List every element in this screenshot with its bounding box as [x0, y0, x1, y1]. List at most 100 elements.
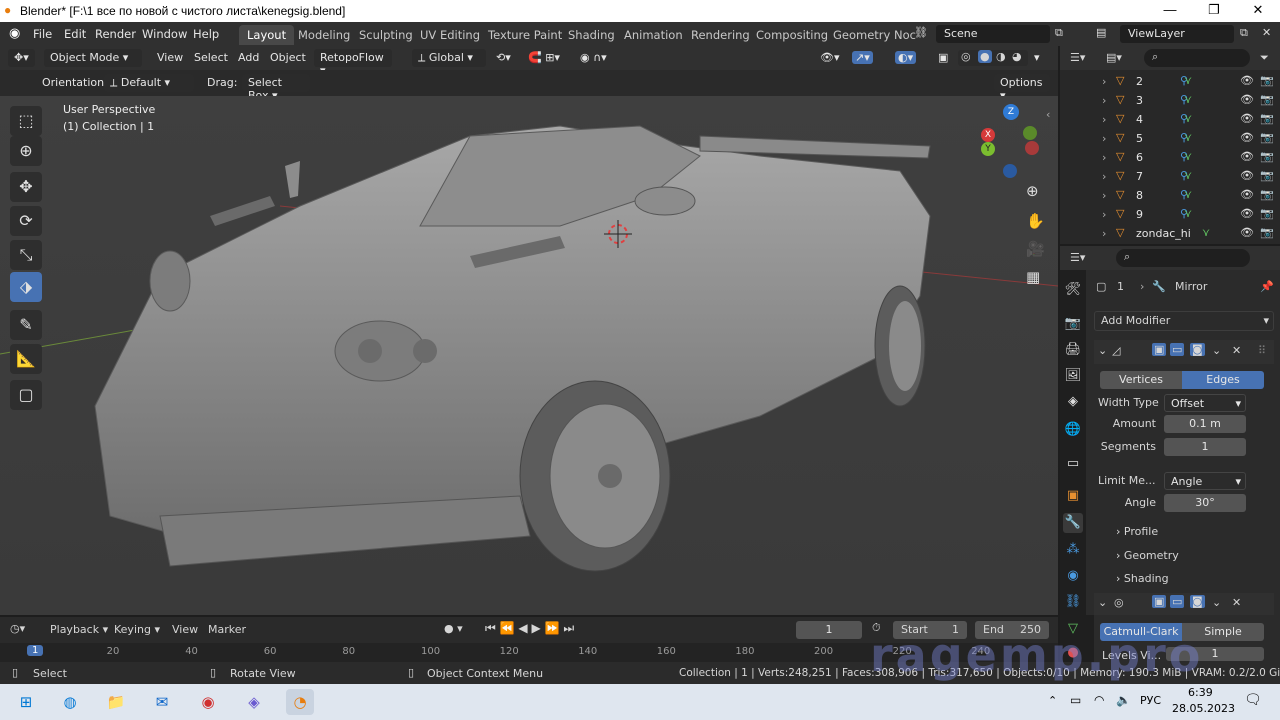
- outliner-row-name[interactable]: 4: [1136, 113, 1143, 126]
- gizmo-neg-x-axis[interactable]: [1025, 141, 1039, 155]
- subsurf-collapse-icon[interactable]: ⌄: [1098, 596, 1107, 609]
- mesh-data-icon[interactable]: ⋎: [1184, 112, 1192, 125]
- outliner-filter-icon[interactable]: ⏷: [1260, 51, 1269, 65]
- object-tab-icon[interactable]: ▣: [1063, 486, 1083, 506]
- properties-editor-icon[interactable]: ☰▾: [1070, 251, 1085, 264]
- particles-tab-icon[interactable]: ⁂: [1063, 540, 1083, 560]
- camera-view-icon[interactable]: 🎥: [1026, 240, 1045, 258]
- subsurf-menu-icon[interactable]: ⌄: [1212, 596, 1221, 609]
- volume-icon[interactable]: 🔈: [1116, 693, 1131, 707]
- blender-taskbar-icon[interactable]: ◔: [286, 689, 314, 715]
- world-tab-icon[interactable]: 🌐: [1063, 420, 1083, 440]
- limit-method-dropdown[interactable]: Angle ▾: [1164, 472, 1246, 490]
- subsurf-render-icon[interactable]: ◙: [1190, 595, 1205, 608]
- subsurf-editmode-icon[interactable]: ▣: [1152, 595, 1167, 608]
- drag-dropdown[interactable]: Select Box ▾: [242, 74, 310, 102]
- outliner-row[interactable]: › ▽ 4 ⚲ ⋎ 👁 📷: [1060, 110, 1280, 129]
- collapse-chevron-icon[interactable]: ⌄: [1098, 344, 1107, 357]
- tab-shading[interactable]: Shading: [560, 25, 623, 45]
- timeline-view-menu[interactable]: View: [172, 623, 198, 636]
- outliner-row-name[interactable]: 3: [1136, 94, 1143, 107]
- tab-geometry-nodes[interactable]: Geometry Noc: [825, 25, 924, 45]
- mesh-data-icon[interactable]: ⋎: [1202, 226, 1210, 239]
- marker-menu[interactable]: Marker: [208, 623, 246, 636]
- drag-handle-icon[interactable]: ⠿: [1258, 344, 1266, 357]
- playback-menu[interactable]: Playback ▾: [50, 623, 108, 636]
- mode-selector[interactable]: Object Mode ▾: [44, 49, 142, 67]
- gizmo-toggle-icon[interactable]: ↗▾: [852, 51, 873, 64]
- tab-animation[interactable]: Animation: [616, 25, 691, 45]
- current-frame-field[interactable]: 1: [796, 621, 862, 639]
- mesh-data-icon[interactable]: ⋎: [1184, 207, 1192, 220]
- menu-render[interactable]: Render: [95, 27, 136, 41]
- expand-chevron-icon[interactable]: ›: [1102, 208, 1106, 221]
- outliner-row[interactable]: › ▽ 5 ⚲ ⋎ 👁 📷: [1060, 129, 1280, 148]
- render-tab-icon[interactable]: 📷: [1063, 314, 1083, 334]
- close-button[interactable]: ✕: [1238, 2, 1278, 18]
- measure-tool[interactable]: 📐: [10, 344, 42, 374]
- properties-search-input[interactable]: ⌕: [1116, 249, 1250, 267]
- copy-scene-icon[interactable]: ⧉: [1055, 26, 1063, 40]
- object-menu[interactable]: Object: [270, 51, 306, 64]
- render-camera-icon[interactable]: 📷: [1260, 93, 1274, 106]
- width-type-dropdown[interactable]: Offset ▾: [1164, 394, 1246, 412]
- render-camera-icon[interactable]: 📷: [1260, 207, 1274, 220]
- amount-field[interactable]: 0.1 m: [1164, 415, 1246, 433]
- outliner-row[interactable]: › ▽ 6 ⚲ ⋎ 👁 📷: [1060, 148, 1280, 167]
- transform-orientation[interactable]: ⟂ Global ▾: [412, 49, 486, 67]
- view-layer-tab-icon[interactable]: 🖼: [1063, 366, 1083, 386]
- render-camera-icon[interactable]: 📷: [1260, 131, 1274, 144]
- tab-compositing[interactable]: Compositing: [748, 25, 836, 45]
- mesh-data-icon[interactable]: ⋎: [1184, 93, 1192, 106]
- select-box-tool[interactable]: ⬚: [10, 106, 42, 136]
- expand-chevron-icon[interactable]: ›: [1102, 94, 1106, 107]
- outliner-row-name[interactable]: 9: [1136, 208, 1143, 221]
- network-icon[interactable]: ▭: [1070, 693, 1081, 707]
- material-shading-icon[interactable]: ◑: [996, 50, 1006, 63]
- timeline-editor-icon[interactable]: ◷▾: [10, 622, 25, 635]
- tab-modeling[interactable]: Modeling: [290, 25, 358, 45]
- gizmo-y-axis[interactable]: Y: [981, 142, 995, 156]
- shading-panel[interactable]: › Shading: [1116, 572, 1169, 585]
- select-menu[interactable]: Select: [194, 51, 228, 64]
- profile-panel[interactable]: › Profile: [1116, 525, 1158, 538]
- expand-chevron-icon[interactable]: ›: [1102, 227, 1106, 240]
- move-tool[interactable]: ✥: [10, 172, 42, 202]
- keying-menu[interactable]: Keying ▾: [114, 623, 160, 636]
- view-menu[interactable]: View: [157, 51, 183, 64]
- angle-field[interactable]: 30°: [1164, 494, 1246, 512]
- jump-start-icon[interactable]: ⏮: [485, 621, 496, 635]
- tab-layout[interactable]: Layout: [239, 25, 295, 45]
- outliner-row-name[interactable]: 6: [1136, 151, 1143, 164]
- render-toggle-icon[interactable]: ◙: [1190, 343, 1205, 356]
- mesh-data-icon[interactable]: ⋎: [1184, 74, 1192, 87]
- rotate-tool[interactable]: ⟳: [10, 206, 42, 236]
- subsurf-viewport-icon[interactable]: ▭: [1170, 595, 1185, 608]
- jump-keyframe-back-icon[interactable]: ⏪: [500, 621, 515, 635]
- add-cube-tool[interactable]: ▢: [10, 380, 42, 410]
- outliner-row[interactable]: › ▽ 7 ⚲ ⋎ 👁 📷: [1060, 167, 1280, 186]
- output-tab-icon[interactable]: 🖨: [1063, 340, 1083, 360]
- file-explorer-icon[interactable]: 📁: [102, 689, 130, 715]
- minimize-button[interactable]: —: [1150, 2, 1190, 17]
- mesh-data-icon[interactable]: ⋎: [1184, 169, 1192, 182]
- remove-modifier-icon[interactable]: ✕: [1232, 344, 1241, 357]
- add-modifier-button[interactable]: Add Modifier ▾: [1094, 311, 1274, 331]
- editor-type-icon[interactable]: ✥▾: [8, 49, 35, 67]
- copy-viewlayer-icon[interactable]: ⧉: [1240, 26, 1248, 40]
- tab-uv-editing[interactable]: UV Editing: [412, 25, 488, 45]
- menu-edit[interactable]: Edit: [64, 27, 86, 41]
- navigation-gizmo[interactable]: Z X Y: [975, 104, 1045, 184]
- jump-end-icon[interactable]: ⏭: [563, 621, 574, 635]
- rendered-shading-icon[interactable]: ◕: [1012, 50, 1022, 63]
- tab-rendering[interactable]: Rendering: [683, 25, 758, 45]
- cursor-tool[interactable]: ⊕: [10, 136, 42, 166]
- notifications-icon[interactable]: 🗨: [1244, 692, 1262, 708]
- outliner-row-name[interactable]: 5: [1136, 132, 1143, 145]
- visibility-eye-icon[interactable]: 👁: [1240, 74, 1254, 87]
- mesh-data-icon[interactable]: ⋎: [1184, 131, 1192, 144]
- pivot-icon[interactable]: ⟲▾: [496, 51, 511, 64]
- expand-chevron-icon[interactable]: ›: [1102, 151, 1106, 164]
- gizmo-x-axis[interactable]: X: [981, 128, 995, 142]
- modifier-menu-icon[interactable]: ⌄: [1212, 344, 1221, 357]
